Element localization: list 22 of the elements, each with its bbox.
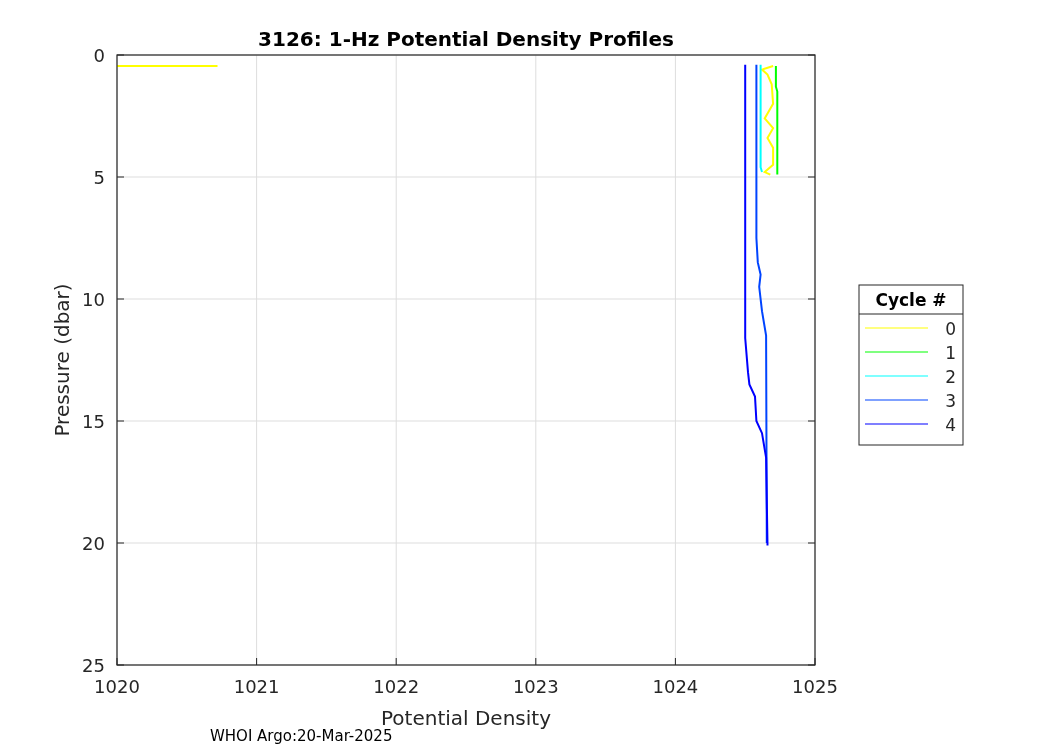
x-tick-label: 1023 [512, 676, 559, 697]
chart-title: 3126: 1-Hz Potential Density Profiles [258, 27, 674, 51]
legend-label: 2 [945, 367, 956, 387]
y-tick-label: 20 [82, 533, 105, 554]
footer-caption: WHOI Argo:20-Mar-2025 [210, 727, 393, 745]
y-axis-label: Pressure (dbar) [50, 283, 74, 437]
x-tick-label: 1022 [373, 676, 420, 697]
legend-label: 1 [945, 343, 956, 363]
x-tick-label: 1020 [94, 676, 140, 697]
x-tick-label: 1024 [652, 676, 699, 697]
y-tick-label: 10 [82, 289, 105, 310]
x-tick-label: 1021 [233, 676, 280, 697]
x-tick-label: 1025 [792, 676, 838, 697]
y-tick-label: 5 [93, 167, 105, 188]
y-tick-label: 15 [82, 411, 105, 432]
legend-label: 0 [945, 319, 956, 339]
legend-label: 4 [945, 415, 956, 435]
legend-title: Cycle # [875, 290, 947, 310]
x-axis-label: Potential Density [381, 706, 551, 730]
y-tick-label: 0 [93, 45, 105, 66]
y-tick-label: 25 [82, 655, 105, 676]
legend-label: 3 [945, 391, 956, 411]
